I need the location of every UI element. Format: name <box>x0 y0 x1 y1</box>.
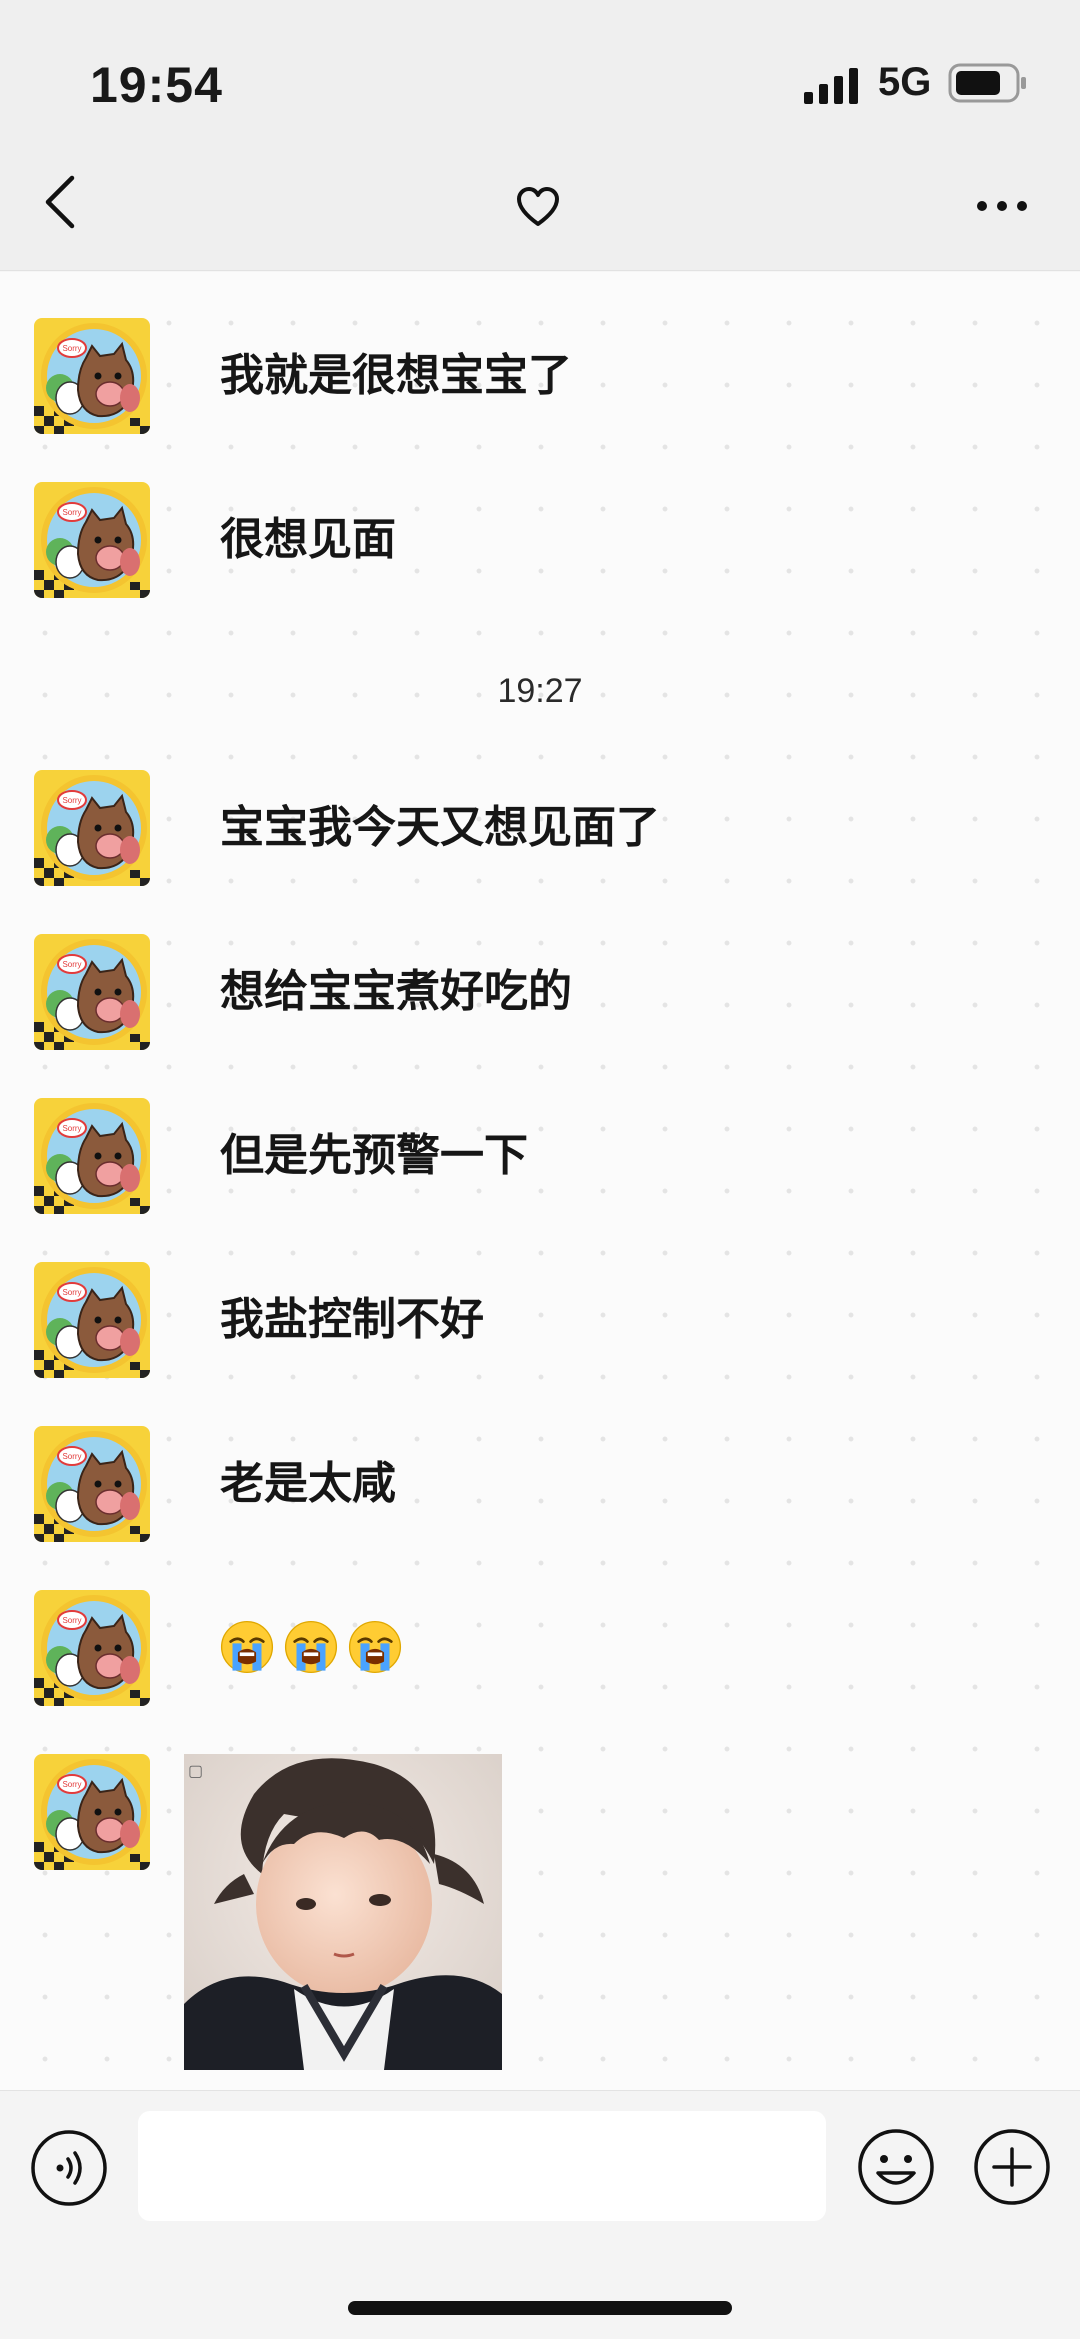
avatar[interactable] <box>34 1426 150 1542</box>
avatar[interactable] <box>34 1590 150 1706</box>
avatar[interactable] <box>34 1098 150 1214</box>
emoji-message[interactable] <box>218 1618 404 1676</box>
avatar[interactable] <box>34 934 150 1050</box>
message-input[interactable] <box>138 2111 826 2221</box>
plus-icon[interactable] <box>972 2127 1052 2207</box>
chevron-left-icon[interactable] <box>38 172 82 232</box>
chat-message[interactable]: 我盐控制不好 <box>220 1290 484 1350</box>
chat-message[interactable]: 但是先预警一下 <box>220 1126 528 1186</box>
avatar[interactable] <box>34 482 150 598</box>
top-bar: 19:54 5G <box>0 0 1080 271</box>
loudly-crying-face-icon <box>218 1618 276 1676</box>
network-label: 5G <box>878 60 932 104</box>
signal-icon <box>804 68 858 104</box>
heart-icon[interactable] <box>516 186 560 228</box>
chat-message[interactable]: 想给宝宝煮好吃的 <box>220 962 572 1022</box>
loudly-crying-face-icon <box>282 1618 340 1676</box>
avatar[interactable] <box>34 318 150 434</box>
home-indicator[interactable] <box>348 2301 732 2315</box>
voice-icon[interactable] <box>30 2129 108 2207</box>
chat-area[interactable]: 我就是很想宝宝了 很想见面 19:27 宝宝我今天又想见面了 想给宝宝煮好吃的 … <box>0 272 1080 2090</box>
avatar[interactable] <box>34 1262 150 1378</box>
chat-message[interactable]: 我就是很想宝宝了 <box>220 346 572 406</box>
loudly-crying-face-icon <box>346 1618 404 1676</box>
sticker-image[interactable]: ▢ <box>184 1754 502 2070</box>
more-dots-icon[interactable] <box>974 196 1030 216</box>
chat-message[interactable]: 宝宝我今天又想见面了 <box>220 798 660 858</box>
status-time: 19:54 <box>90 57 223 113</box>
chat-message[interactable]: 很想见面 <box>220 510 396 570</box>
chat-timestamp: 19:27 <box>497 672 583 710</box>
battery-icon <box>948 63 1026 103</box>
avatar[interactable] <box>34 770 150 886</box>
chat-message[interactable]: 老是太咸 <box>220 1454 396 1514</box>
smiley-icon[interactable] <box>856 2127 936 2207</box>
svg-text:▢: ▢ <box>188 1763 203 1780</box>
avatar[interactable] <box>34 1754 150 1870</box>
